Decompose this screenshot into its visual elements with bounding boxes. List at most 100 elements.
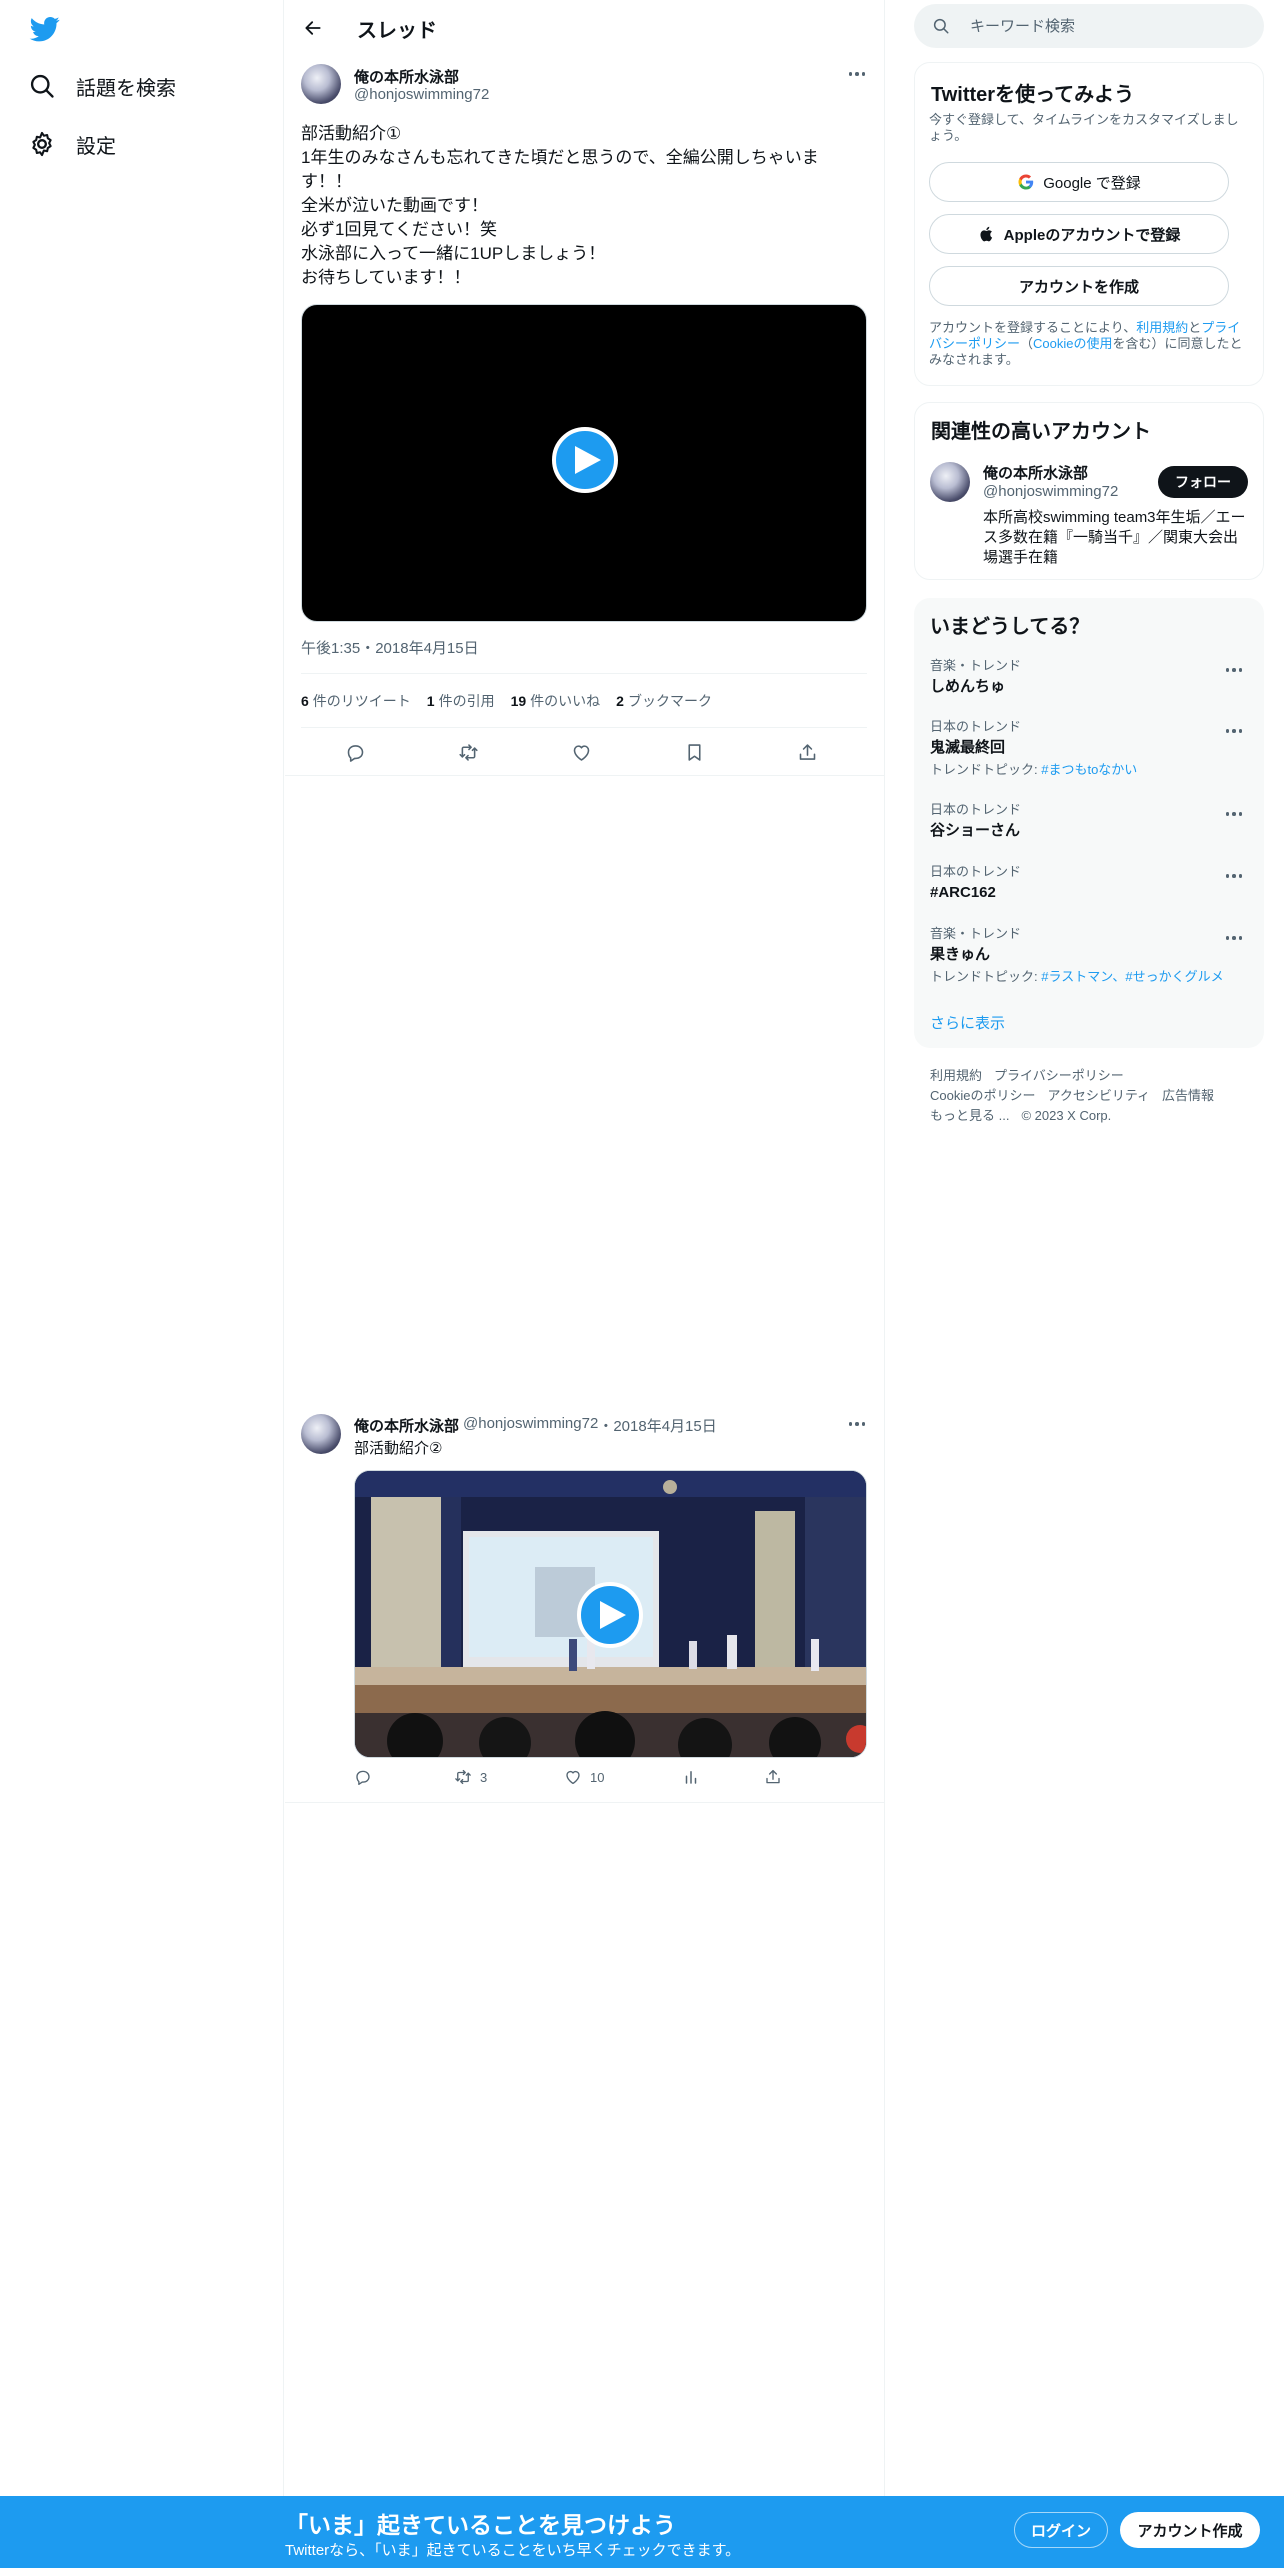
follow-button[interactable]: フォロー [1158, 466, 1248, 498]
divider [285, 775, 885, 776]
likes-stat[interactable]: 19 件のいいね [511, 691, 601, 711]
search-box[interactable] [914, 4, 1264, 48]
like-button[interactable] [567, 738, 595, 766]
more-options-icon[interactable] [1220, 804, 1248, 824]
retweets-label: 件のリツイート [312, 693, 411, 709]
cookie-link[interactable]: Cookieの使用 [1033, 336, 1112, 351]
footer-ads[interactable]: 広告情報 [1162, 1088, 1214, 1103]
tweet-text-line: 必ず1回見てください！笑 [301, 220, 497, 239]
more-options-icon[interactable] [1220, 721, 1248, 741]
related-account-name[interactable]: 俺の本所水泳部 [983, 462, 1088, 483]
trend-item[interactable]: 音楽・トレンド 果きゅん トレンドトピック: #ラストマン、#せっかくグルメ [930, 926, 1248, 985]
nav-settings[interactable]: 設定 [28, 124, 116, 164]
footer-links: 利用規約 プライバシーポリシー Cookieのポリシー アクセシビリティ 広告情報 も… [930, 1066, 1260, 1126]
tweet-author-handle[interactable]: @honjoswimming72 [354, 86, 489, 103]
trend-item[interactable]: 日本のトレンド 鬼滅最終回 トレンドトピック: #まつもtoなかい [930, 719, 1248, 778]
trend-category: 日本のトレンド [930, 864, 1022, 879]
footer-privacy[interactable]: プライバシーポリシー [994, 1068, 1124, 1083]
more-options-icon[interactable] [1220, 928, 1248, 948]
reply-author-name[interactable]: 俺の本所水泳部 [354, 1415, 459, 1436]
nav-explore[interactable]: 話題を検索 [28, 66, 176, 106]
reply-button[interactable] [354, 1768, 380, 1786]
apple-signup-button[interactable]: Appleのアカウントで登録 [929, 214, 1229, 254]
bookmark-icon [687, 743, 701, 761]
likes-label: 件のいいね [530, 693, 601, 709]
google-signup-button[interactable]: Google で登録 [929, 162, 1229, 202]
reply-separator: ・ [598, 1418, 614, 1435]
twitter-bird-icon[interactable] [28, 14, 62, 44]
play-icon [599, 1601, 626, 1629]
trend-topic-links[interactable]: #まつもtoなかい [1041, 762, 1137, 777]
heart-icon [573, 744, 589, 761]
trend-topic-label: トレンドトピック: [930, 762, 1042, 777]
nav-explore-label: 話題を検索 [76, 77, 176, 100]
reply-actions: 3 10 [354, 1768, 867, 1792]
trend-topic-links[interactable]: #ラストマン、#せっかくグルメ [1041, 969, 1223, 984]
more-options-icon[interactable] [843, 64, 871, 84]
retweet-count: 3 [480, 1769, 488, 1785]
divider [301, 727, 867, 728]
reply-header: 俺の本所水泳部 @honjoswimming72 ・ 2018年4月15日 [354, 1415, 717, 1436]
like-button[interactable]: 10 [564, 1768, 604, 1786]
trend-item[interactable]: 音楽・トレンド しめんちゅ [930, 658, 1248, 697]
footer-more[interactable]: もっと見る ... [930, 1108, 1009, 1123]
related-account-handle[interactable]: @honjoswimming72 [983, 483, 1118, 500]
nav-settings-label: 設定 [76, 135, 116, 158]
tweet-timestamp[interactable]: 午後1:35・2018年4月15日 [301, 637, 479, 658]
related-title: 関連性の高いアカウント [931, 421, 1151, 443]
trend-item[interactable]: 日本のトレンド #ARC162 [930, 864, 1248, 903]
more-options-icon[interactable] [1220, 866, 1248, 886]
banner-subtitle: Twitterなら、「いま」起きていることをいち早くチェックできます。 [285, 2542, 741, 2559]
more-options-icon[interactable] [1220, 660, 1248, 680]
show-more-link[interactable]: さらに表示 [930, 1012, 1005, 1033]
share-button[interactable] [793, 738, 821, 766]
analytics-button[interactable] [682, 1768, 708, 1786]
tweet-author-name[interactable]: 俺の本所水泳部 [354, 66, 459, 87]
signup-button[interactable]: アカウント作成 [1120, 2512, 1260, 2548]
footer-terms[interactable]: 利用規約 [930, 1068, 982, 1083]
footer-accessibility[interactable]: アクセシビリティ [1047, 1088, 1150, 1103]
trend-name: 果きゅん [930, 946, 991, 963]
footer-cookie[interactable]: Cookieのポリシー [930, 1088, 1035, 1103]
trend-item[interactable]: 日本のトレンド 谷ショーさん [930, 802, 1248, 841]
video-player[interactable] [301, 304, 867, 622]
login-button[interactable]: ログイン [1014, 2512, 1108, 2548]
create-account-button[interactable]: アカウントを作成 [929, 266, 1229, 306]
bookmarks-stat[interactable]: 2 ブックマーク [616, 691, 712, 711]
retweet-button[interactable] [454, 738, 482, 766]
trend-category: 音楽・トレンド [930, 658, 1022, 673]
reply-author-handle[interactable]: @honjoswimming72 [463, 1415, 598, 1436]
arrow-left-icon [305, 21, 321, 35]
quotes-label: 件の引用 [438, 693, 495, 709]
more-options-icon[interactable] [843, 1414, 871, 1434]
avatar[interactable] [930, 462, 970, 502]
avatar[interactable] [301, 1414, 341, 1454]
back-button[interactable] [297, 12, 329, 44]
play-button[interactable] [577, 1582, 643, 1648]
share-button[interactable] [764, 1768, 790, 1786]
play-icon [574, 446, 601, 474]
avatar[interactable] [301, 64, 341, 104]
trend-name: 谷ショーさん [930, 822, 1021, 839]
reply-date[interactable]: 2018年4月15日 [613, 1415, 716, 1436]
retweet-button[interactable]: 3 [454, 1768, 487, 1786]
trend-topic: トレンドトピック: #ラストマン、#せっかくグルメ [930, 969, 1248, 985]
left-nav: 話題を検索 設定 [0, 0, 284, 2568]
like-count: 10 [590, 1769, 605, 1785]
quotes-count: 1 [426, 693, 435, 709]
search-input[interactable] [970, 14, 1240, 38]
retweets-stat[interactable]: 6 件のリツイート [301, 691, 411, 711]
terms-link[interactable]: 利用規約 [1136, 320, 1188, 335]
bookmarks-label: ブックマーク [627, 693, 712, 709]
reply-button[interactable] [341, 738, 369, 766]
quotes-stat[interactable]: 1 件の引用 [427, 691, 495, 711]
tweet-text-line: 全米が泣いた動画です！ [301, 196, 488, 215]
play-button[interactable] [552, 427, 618, 493]
trend-category: 音楽・トレンド [930, 926, 1022, 941]
video-thumbnail[interactable] [354, 1470, 867, 1758]
signup-legal: アカウントを登録することにより、利用規約とプライバシーポリシー（Cookieの使… [929, 320, 1249, 368]
trend-name: #ARC162 [930, 884, 996, 901]
footer-copyright: © 2023 X Corp. [1021, 1108, 1112, 1123]
trend-name: 鬼滅最終回 [930, 739, 1006, 756]
bookmark-button[interactable] [680, 738, 708, 766]
